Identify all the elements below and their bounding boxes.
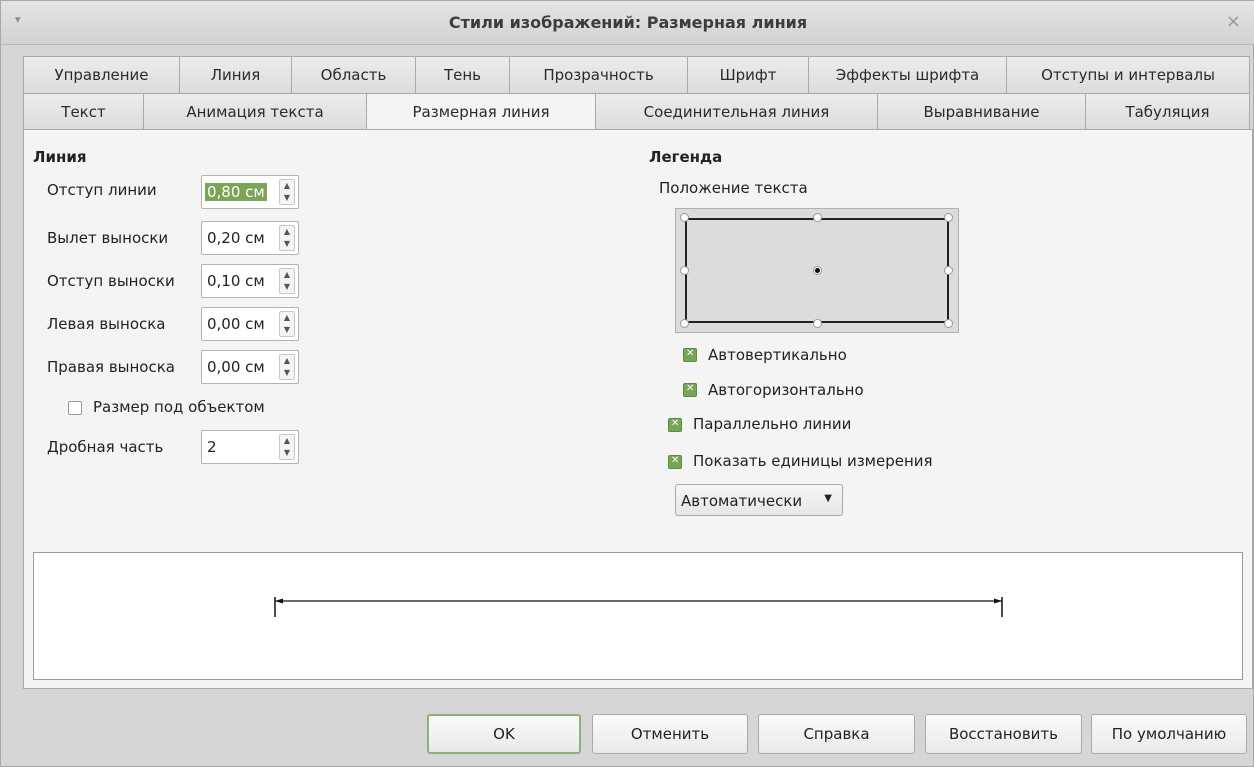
line-distance-spinbox[interactable]: 0,80 см ▲ ▼ bbox=[201, 175, 299, 209]
dimension-line-graphic bbox=[274, 597, 1003, 617]
decimal-places-spinbox[interactable]: 2 ▲ ▼ bbox=[201, 430, 299, 464]
position-radio-middle-left[interactable] bbox=[680, 266, 689, 275]
tab-shadow[interactable]: Тень bbox=[415, 56, 510, 93]
tab-tabs[interactable]: Табуляция bbox=[1085, 93, 1250, 130]
default-button[interactable]: По умолчанию bbox=[1091, 714, 1247, 754]
close-icon[interactable]: × bbox=[1226, 11, 1241, 32]
right-guide-label: Правая выноска bbox=[47, 358, 175, 376]
position-radio-middle-right[interactable] bbox=[944, 266, 953, 275]
title-bar: ▾ Стили изображений: Размерная линия × bbox=[1, 1, 1254, 45]
position-radio-top-right[interactable] bbox=[944, 213, 953, 222]
line-distance-value[interactable]: 0,80 см bbox=[205, 183, 267, 201]
guide-distance-spinbox[interactable]: 0,10 см ▲ ▼ bbox=[201, 264, 299, 298]
tab-row-1: Управление Линия Область Тень Прозрачнос… bbox=[23, 56, 1250, 93]
tab-transparency[interactable]: Прозрачность bbox=[509, 56, 688, 93]
spin-arrows-icon[interactable]: ▲ ▼ bbox=[279, 434, 295, 460]
spin-arrows-icon[interactable]: ▲ ▼ bbox=[279, 354, 295, 380]
show-units-checkbox[interactable] bbox=[668, 455, 682, 469]
spin-arrows-icon[interactable]: ▲ ▼ bbox=[279, 268, 295, 294]
tab-alignment[interactable]: Выравнивание bbox=[877, 93, 1086, 130]
auto-vertical-checkbox[interactable] bbox=[683, 348, 697, 362]
line-distance-label: Отступ линии bbox=[47, 181, 157, 199]
line-section-title: Линия bbox=[33, 148, 87, 166]
position-radio-top-left[interactable] bbox=[680, 213, 689, 222]
position-radio-bottom-right[interactable] bbox=[944, 319, 953, 328]
right-guide-spinbox[interactable]: 0,00 см ▲ ▼ bbox=[201, 350, 299, 384]
position-radio-center[interactable] bbox=[813, 266, 822, 275]
auto-horizontal-checkbox[interactable] bbox=[683, 383, 697, 397]
guide-overhang-label: Вылет выноски bbox=[47, 229, 169, 247]
dimension-line-preview bbox=[33, 552, 1243, 680]
decimal-places-value[interactable]: 2 bbox=[205, 438, 219, 456]
position-radio-top-center[interactable] bbox=[813, 213, 822, 222]
tab-text-animation[interactable]: Анимация текста bbox=[143, 93, 367, 130]
left-guide-spinbox[interactable]: 0,00 см ▲ ▼ bbox=[201, 307, 299, 341]
dialog-window: ▾ Стили изображений: Размерная линия × У… bbox=[0, 0, 1254, 767]
position-radio-bottom-left[interactable] bbox=[680, 319, 689, 328]
parallel-to-line-label[interactable]: Параллельно линии bbox=[693, 415, 851, 433]
tab-dimensioning[interactable]: Размерная линия bbox=[366, 93, 596, 130]
spin-arrows-icon[interactable]: ▲ ▼ bbox=[279, 225, 295, 251]
units-dropdown[interactable]: Автоматически ▼ bbox=[675, 484, 843, 516]
text-position-label: Положение текста bbox=[659, 179, 808, 197]
auto-horizontal-label[interactable]: Автогоризонтально bbox=[708, 381, 864, 399]
tab-connector[interactable]: Соединительная линия bbox=[595, 93, 878, 130]
spin-arrows-icon[interactable]: ▲ ▼ bbox=[279, 311, 295, 337]
decimal-places-label: Дробная часть bbox=[47, 438, 164, 456]
parallel-to-line-checkbox[interactable] bbox=[668, 418, 682, 432]
window-title: Стили изображений: Размерная линия bbox=[448, 13, 808, 32]
below-object-label[interactable]: Размер под объектом bbox=[93, 398, 265, 416]
tab-text[interactable]: Текст bbox=[23, 93, 144, 130]
guide-overhang-value[interactable]: 0,20 см bbox=[205, 229, 267, 247]
guide-overhang-spinbox[interactable]: 0,20 см ▲ ▼ bbox=[201, 221, 299, 255]
tab-area[interactable]: Область bbox=[291, 56, 416, 93]
tab-management[interactable]: Управление bbox=[23, 56, 180, 93]
tab-line[interactable]: Линия bbox=[179, 56, 292, 93]
spin-arrows-icon[interactable]: ▲ ▼ bbox=[279, 179, 295, 205]
ok-button[interactable]: OK bbox=[427, 714, 581, 754]
tab-font-effects[interactable]: Эффекты шрифта bbox=[808, 56, 1007, 93]
below-object-checkbox[interactable] bbox=[68, 401, 82, 415]
text-position-selector[interactable] bbox=[675, 208, 959, 333]
guide-distance-label: Отступ выноски bbox=[47, 272, 175, 290]
tab-indents-spacing[interactable]: Отступы и интервалы bbox=[1006, 56, 1250, 93]
left-guide-label: Левая выноска bbox=[47, 315, 166, 333]
position-radio-bottom-center[interactable] bbox=[813, 319, 822, 328]
tab-font[interactable]: Шрифт bbox=[687, 56, 809, 93]
reset-button[interactable]: Восстановить bbox=[925, 714, 1082, 754]
right-guide-value[interactable]: 0,00 см bbox=[205, 358, 267, 376]
auto-vertical-label[interactable]: Автовертикально bbox=[708, 346, 847, 364]
show-units-label[interactable]: Показать единицы измерения bbox=[693, 452, 933, 470]
cancel-button[interactable]: Отменить bbox=[592, 714, 748, 754]
tab-row-2: Текст Анимация текста Размерная линия Со… bbox=[23, 93, 1250, 130]
units-dropdown-value[interactable]: Автоматически bbox=[681, 492, 802, 510]
left-guide-value[interactable]: 0,00 см bbox=[205, 315, 267, 333]
guide-distance-value[interactable]: 0,10 см bbox=[205, 272, 267, 290]
chevron-down-icon[interactable]: ▼ bbox=[824, 493, 832, 504]
legend-section-title: Легенда bbox=[649, 148, 723, 166]
help-button[interactable]: Справка bbox=[758, 714, 915, 754]
